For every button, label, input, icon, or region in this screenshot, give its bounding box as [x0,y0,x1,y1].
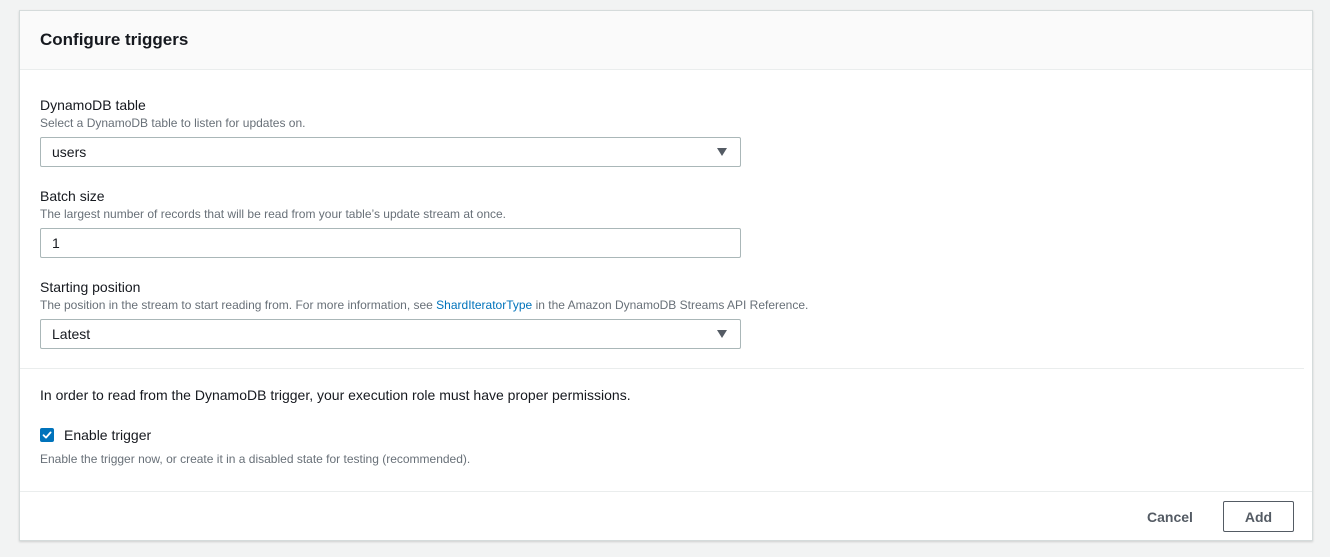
batch-size-input[interactable]: 1 [40,228,741,258]
dynamodb-table-field: DynamoDB table Select a DynamoDB table t… [40,96,741,167]
add-button[interactable]: Add [1223,501,1294,532]
dynamodb-table-description: Select a DynamoDB table to listen for up… [40,116,306,130]
panel-title: Configure triggers [40,30,189,49]
configure-triggers-panel: Configure triggers DynamoDB table Select… [19,10,1313,541]
batch-size-description: The largest number of records that will … [40,207,507,221]
starting-position-field: Starting position The position in the st… [40,278,808,349]
starting-position-desc-prefix: The position in the stream to start read… [40,298,437,312]
enable-trigger-checkbox[interactable] [40,428,54,442]
caret-down-icon [717,330,727,338]
batch-size-field: Batch size The largest number of records… [40,187,741,258]
batch-size-label: Batch size [40,188,105,204]
shard-iterator-type-link[interactable]: ShardIteratorType [436,298,532,312]
permissions-note: In order to read from the DynamoDB trigg… [40,387,631,403]
checkmark-icon [42,431,52,439]
starting-position-select[interactable]: Latest [40,319,741,349]
cancel-button[interactable]: Cancel [1140,502,1200,532]
batch-size-value: 1 [52,235,60,251]
dynamodb-table-label: DynamoDB table [40,97,146,113]
panel-header: Configure triggers [20,11,1312,70]
dynamodb-table-value: users [52,144,87,160]
enable-trigger-description: Enable the trigger now, or create it in … [40,452,471,466]
enable-trigger-row: Enable trigger [40,427,151,443]
starting-position-label: Starting position [40,279,141,295]
caret-down-icon [717,148,727,156]
starting-position-description: The position in the stream to start read… [40,297,808,313]
enable-trigger-label[interactable]: Enable trigger [64,427,151,443]
dynamodb-table-select[interactable]: users [40,137,741,167]
starting-position-desc-suffix: in the Amazon DynamoDB Streams API Refer… [532,298,809,312]
starting-position-value: Latest [52,326,91,342]
footer-divider [20,491,1312,492]
section-divider [20,368,1304,369]
